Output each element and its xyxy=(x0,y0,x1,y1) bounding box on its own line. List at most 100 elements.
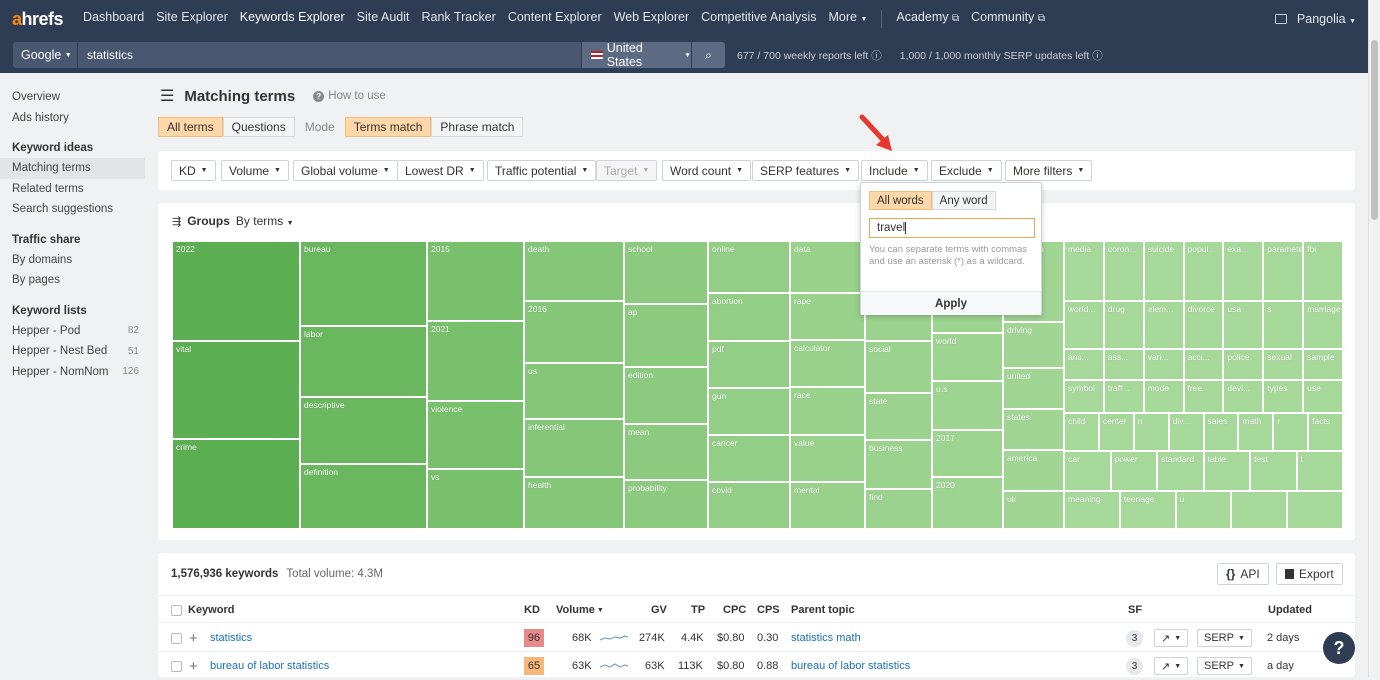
hamburger-menu-icon[interactable]: ☰ xyxy=(160,86,174,106)
nav-dashboard[interactable]: Dashboard xyxy=(77,10,150,28)
sidebar-item-by-domains[interactable]: By domains xyxy=(0,250,155,271)
treemap-cell[interactable]: acci... xyxy=(1183,349,1224,380)
treemap-cell[interactable]: vs xyxy=(427,469,524,529)
groups-by-select[interactable]: By terms ▼ xyxy=(236,214,294,228)
treemap-cell[interactable]: 2016 xyxy=(524,301,624,363)
sidebar-item-matching-terms[interactable]: Matching terms xyxy=(0,158,145,179)
col-cps[interactable]: CPS xyxy=(757,596,780,624)
treemap-cell[interactable]: violence xyxy=(427,401,524,469)
col-sf[interactable]: SF xyxy=(1128,596,1142,624)
treemap-cell[interactable]: edition xyxy=(624,366,708,424)
parent-topic-link[interactable]: statistics math xyxy=(791,624,861,652)
filter-kd[interactable]: KD ▼ xyxy=(171,160,216,181)
treemap-cell[interactable]: world... xyxy=(1064,301,1104,349)
col-parent-topic[interactable]: Parent topic xyxy=(791,596,855,624)
treemap-cell[interactable]: covid xyxy=(708,482,790,529)
treemap-cell[interactable]: t xyxy=(1296,451,1343,491)
treemap-cell[interactable]: calculator xyxy=(790,340,865,387)
treemap-cell[interactable]: ans... xyxy=(1064,349,1104,380)
sidebar-item-related-terms[interactable]: Related terms xyxy=(0,179,155,200)
search-engine-select[interactable]: Google ▼ xyxy=(13,42,77,68)
col-gv[interactable]: GV xyxy=(651,596,667,624)
treemap-cell[interactable]: mean xyxy=(624,423,708,481)
serp-button[interactable]: SERP ▼ xyxy=(1197,652,1252,680)
treemap-cell[interactable]: vital xyxy=(172,341,300,439)
sidebar-item-search-suggestions[interactable]: Search suggestions xyxy=(0,199,155,220)
treemap-cell[interactable]: types xyxy=(1263,380,1304,413)
treemap-cell[interactable]: descriptive xyxy=(300,397,427,465)
filter-word-count[interactable]: Word count ▼ xyxy=(662,160,752,181)
info-icon[interactable]: ⓘ xyxy=(871,50,882,62)
how-to-use-link[interactable]: ? How to use xyxy=(313,90,386,102)
page-scrollbar[interactable] xyxy=(1368,0,1380,677)
treemap-cell[interactable]: uk xyxy=(1003,491,1064,529)
treemap-cell[interactable]: exa... xyxy=(1223,241,1264,301)
col-updated[interactable]: Updated xyxy=(1268,596,1312,624)
tab-phrase-match[interactable]: Phrase match xyxy=(431,117,524,137)
filter-global-volume[interactable]: Global volume ▼ xyxy=(293,160,398,181)
treemap-cell[interactable]: bureau xyxy=(300,241,427,326)
col-cpc[interactable]: CPC xyxy=(723,596,746,624)
treemap-cell[interactable]: 2021 xyxy=(427,321,524,401)
treemap-cell[interactable]: suicide xyxy=(1143,241,1184,301)
sf-count-badge[interactable]: 3 xyxy=(1126,624,1143,652)
sidebar-item-overview[interactable]: Overview xyxy=(0,87,155,108)
treemap-cell[interactable]: math xyxy=(1238,413,1274,451)
country-select[interactable]: United States ▼ xyxy=(582,41,691,69)
treemap-cell[interactable]: ass... xyxy=(1103,349,1144,380)
filter-include[interactable]: Include ▼ xyxy=(861,160,928,181)
treemap-cell[interactable]: labor xyxy=(300,325,427,398)
treemap-cell[interactable]: power xyxy=(1110,451,1157,491)
treemap-cell[interactable]: meaning xyxy=(1064,491,1120,529)
row-checkbox[interactable] xyxy=(171,624,182,652)
treemap-cell[interactable]: business xyxy=(865,440,932,489)
treemap-cell[interactable]: media xyxy=(1064,241,1104,301)
treemap-cell[interactable]: devi... xyxy=(1223,380,1264,413)
treemap-cell[interactable]: divorce xyxy=(1183,301,1224,349)
sf-count-badge[interactable]: 3 xyxy=(1126,652,1143,680)
treemap-cell[interactable]: us xyxy=(524,363,624,419)
treemap-cell[interactable] xyxy=(1287,491,1343,529)
treemap-cell[interactable]: u xyxy=(1175,491,1232,529)
select-all-checkbox[interactable] xyxy=(171,596,182,624)
treemap-cell[interactable]: parameter xyxy=(1263,241,1304,301)
treemap-cell[interactable]: race xyxy=(790,386,865,435)
treemap-cell[interactable]: u.s xyxy=(932,380,1003,431)
treemap-cell[interactable] xyxy=(1231,491,1288,529)
tab-any-word[interactable]: Any word xyxy=(931,191,996,210)
treemap-cell[interactable]: fbi xyxy=(1303,241,1343,301)
treemap-cell[interactable]: sexual xyxy=(1263,349,1304,380)
parent-topic-link[interactable]: bureau of labor statistics xyxy=(791,652,910,680)
nav-site-explorer[interactable]: Site Explorer xyxy=(150,10,234,28)
treemap-cell[interactable]: gun xyxy=(708,388,790,435)
serp-button[interactable]: SERP ▼ xyxy=(1197,624,1252,652)
tab-all-terms[interactable]: All terms xyxy=(158,117,223,137)
tab-questions[interactable]: Questions xyxy=(222,117,295,137)
treemap-cell[interactable]: states xyxy=(1003,408,1064,450)
treemap-cell[interactable]: data xyxy=(790,241,865,293)
search-button[interactable]: ⌕ xyxy=(692,42,725,68)
treemap-cell[interactable]: rape xyxy=(790,292,865,341)
sidebar-list-item[interactable]: Hepper - Pod 82 xyxy=(0,321,155,342)
trend-chart-button[interactable]: ↗ ▼ xyxy=(1154,624,1189,652)
treemap-cell[interactable]: cancer xyxy=(708,435,790,482)
filter-traffic-potential[interactable]: Traffic potential ▼ xyxy=(487,160,597,181)
apply-button[interactable]: Apply xyxy=(861,291,1041,315)
treemap-cell[interactable]: popul... xyxy=(1183,241,1224,301)
keyword-input[interactable]: statistics xyxy=(78,42,581,68)
export-button[interactable]: Export xyxy=(1276,563,1343,585)
treemap-cell[interactable]: table xyxy=(1203,451,1250,491)
treemap-cell[interactable]: car xyxy=(1064,451,1111,491)
treemap-cell[interactable]: pdf xyxy=(708,341,790,388)
treemap-cell[interactable]: mental xyxy=(790,482,865,529)
treemap-cell[interactable]: 2022 xyxy=(172,241,300,341)
treemap-cell[interactable]: marriage xyxy=(1303,301,1343,349)
treemap-cell[interactable]: 2020 xyxy=(932,477,1003,529)
treemap-cell[interactable]: world xyxy=(932,333,1003,381)
screen-icon[interactable] xyxy=(1274,14,1287,24)
treemap-cell[interactable]: traff... xyxy=(1103,380,1144,413)
help-button[interactable]: ? xyxy=(1323,632,1355,664)
treemap-cell[interactable]: r xyxy=(1273,413,1309,451)
treemap-cell[interactable]: school xyxy=(624,241,708,304)
treemap-cell[interactable]: usa xyxy=(1223,301,1264,349)
